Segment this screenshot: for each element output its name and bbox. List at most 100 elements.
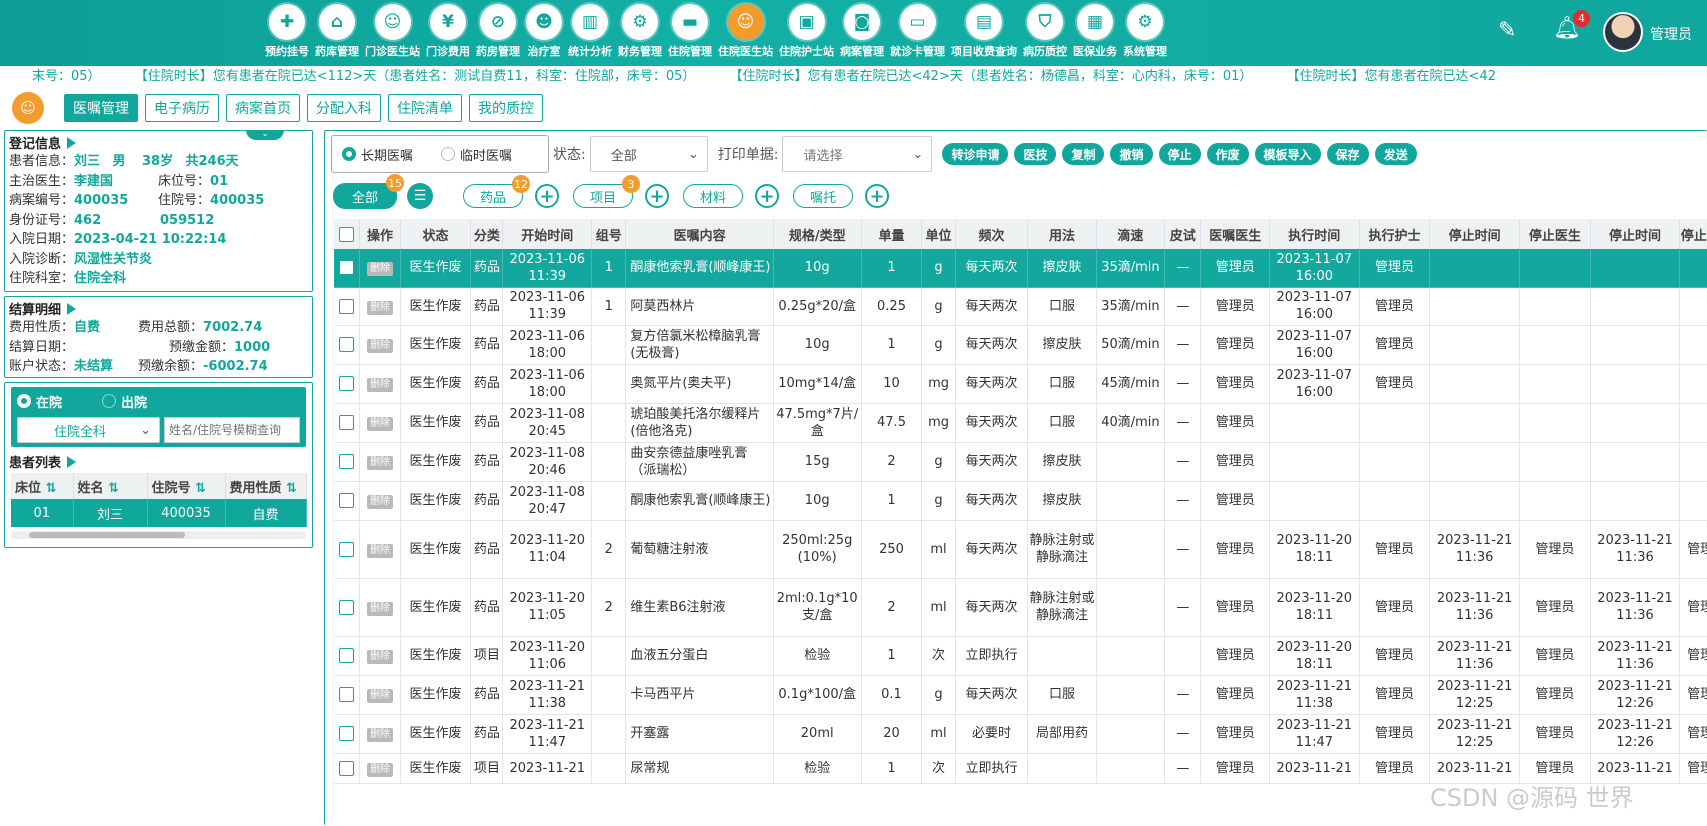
triangle-icon[interactable] <box>67 455 77 468</box>
filter-item[interactable]: 项目 3 <box>573 175 641 208</box>
select-all-checkbox[interactable] <box>339 226 355 242</box>
delete-button[interactable]: 删除 <box>366 762 393 777</box>
action-button[interactable]: 医技 <box>1014 143 1057 165</box>
edit-pencil-icon[interactable]: ✎ <box>1498 18 1516 43</box>
nav-item[interactable]: ▤ 项目收费查询 <box>948 4 1020 64</box>
action-button[interactable]: 撤销 <box>1110 143 1153 165</box>
nav-item[interactable]: ☺ 住院医生站 <box>715 4 776 64</box>
row-checkbox[interactable] <box>339 415 355 430</box>
nav-item[interactable]: ▣ 住院护士站 <box>776 4 837 64</box>
order-row[interactable]: 删除 医生作废 项目 2023-11-20 11:06 血液五分蛋白 检验 1 次立即执行 管理… <box>334 636 1707 676</box>
col-bed[interactable]: 床位 ⇅ <box>11 473 74 499</box>
row-checkbox[interactable] <box>339 260 355 276</box>
scrollbar-thumb[interactable] <box>29 532 185 538</box>
horizontal-scrollbar[interactable] <box>11 531 306 539</box>
row-checkbox[interactable] <box>339 298 355 314</box>
radio-in-hospital[interactable] <box>17 394 31 408</box>
col-admit-no[interactable]: 住院号 ⇅ <box>147 473 226 499</box>
nav-item[interactable]: ⊘ 药房管理 <box>473 4 523 64</box>
triangle-icon[interactable] <box>67 302 77 315</box>
delete-button[interactable]: 删除 <box>366 543 393 558</box>
tab-orders[interactable]: 医嘱管理 <box>64 94 138 122</box>
delete-button[interactable]: 删除 <box>366 689 393 703</box>
tab-my-quality[interactable]: 我的质控 <box>469 94 543 122</box>
action-button[interactable]: 转诊申请 <box>942 143 1009 165</box>
add-drug-icon[interactable]: + <box>535 184 560 208</box>
radio-discharged[interactable] <box>102 394 117 408</box>
radio-temporary[interactable] <box>441 147 456 161</box>
nav-item[interactable]: ⌂ 药库管理 <box>312 4 362 64</box>
order-row[interactable]: 删除 医生作废 药品 2023-11-20 11:04 2 葡萄糖注射液 250ml:25g… <box>334 520 1707 579</box>
nav-item[interactable]: ▬ 住院管理 <box>665 4 715 64</box>
tab-emr[interactable]: 电子病历 <box>145 94 219 122</box>
nav-item[interactable]: ▭ 就诊卡管理 <box>887 4 948 64</box>
order-row[interactable]: 删除 医生作废 药品 2023-11-08 20:46 曲安奈德益康唑乳膏（派瑞松） 15… <box>334 442 1707 482</box>
row-checkbox[interactable] <box>339 541 355 557</box>
triangle-icon[interactable] <box>67 136 77 149</box>
nav-item[interactable]: ▥ 统计分析 <box>565 4 615 64</box>
patient-row[interactable]: 01 刘三 400035 自费 <box>11 499 307 527</box>
list-menu-icon[interactable]: ☰ <box>407 183 434 209</box>
nav-item[interactable]: ☺ 门诊医生站 <box>362 4 423 64</box>
collapse-toggle[interactable]: ⌄ <box>246 130 284 140</box>
col-name[interactable]: 姓名 ⇅ <box>73 473 148 499</box>
delete-button[interactable]: 删除 <box>366 728 393 742</box>
row-checkbox[interactable] <box>339 599 355 615</box>
add-item-icon[interactable]: + <box>645 184 670 208</box>
row-checkbox[interactable] <box>339 726 355 741</box>
add-entrust-icon[interactable]: + <box>865 184 890 208</box>
order-row[interactable]: 删除 医生作废 药品 2023-11-21 11:47 开塞露 20ml 20 ml 必要时 局部… <box>334 714 1707 754</box>
order-row[interactable]: 删除 医生作废 药品 2023-11-06 11:39 1 阿莫西林片 0.25g*20/盒… <box>334 287 1707 326</box>
order-row[interactable]: 删除 医生作废 药品 2023-11-08 20:47 酮康他索乳膏(顺峰康王) 10g 1… <box>334 481 1707 521</box>
delete-button[interactable]: 删除 <box>366 339 393 353</box>
order-row[interactable]: 删除 医生作废 药品 2023-11-06 18:00 复方倍氯米松樟脑乳膏(无极膏) 1… <box>334 325 1707 365</box>
radio-long-term[interactable] <box>342 147 356 161</box>
status-select[interactable]: 全部 ⌄ <box>589 136 708 172</box>
sort-icon[interactable]: ⇅ <box>108 481 119 496</box>
filter-all[interactable]: 全部 15 <box>333 174 405 209</box>
nav-item[interactable]: ✚ 预约挂号 <box>262 4 312 64</box>
action-button[interactable]: 停止 <box>1158 143 1201 165</box>
order-row[interactable]: 删除 医生作废 药品 2023-11-20 11:05 2 维生素B6注射液 2ml:0.1… <box>334 578 1707 637</box>
action-button[interactable]: 模板导入 <box>1254 143 1321 165</box>
doctor-home-icon[interactable]: ☺ <box>12 92 44 124</box>
delete-button[interactable]: 删除 <box>366 262 393 277</box>
row-checkbox[interactable] <box>339 648 355 663</box>
nav-item[interactable]: ▦ 医保业务 <box>1070 4 1120 64</box>
nav-item[interactable]: ◙ 病案管理 <box>837 4 887 64</box>
patient-search-input[interactable] <box>164 417 300 443</box>
tab-case-home[interactable]: 病案首页 <box>226 94 300 122</box>
nav-item[interactable]: ⚙ 财务管理 <box>615 4 665 64</box>
row-checkbox[interactable] <box>339 687 355 702</box>
action-button[interactable]: 复制 <box>1062 143 1105 165</box>
delete-button[interactable]: 删除 <box>366 495 393 509</box>
delete-button[interactable]: 删除 <box>366 300 393 315</box>
action-button[interactable]: 作废 <box>1206 143 1249 165</box>
row-checkbox[interactable] <box>339 454 355 469</box>
row-checkbox[interactable] <box>339 376 355 391</box>
add-material-icon[interactable]: + <box>755 184 780 208</box>
action-button[interactable]: 保存 <box>1326 143 1369 165</box>
print-select[interactable]: 请选择 ⌄ <box>782 136 933 172</box>
delete-button[interactable]: 删除 <box>366 601 393 616</box>
dept-select[interactable]: 住院全科 ⌄ <box>17 417 160 443</box>
order-row[interactable]: 删除 医生作废 药品 2023-11-08 20:45 琥珀酸美托洛尔缓释片(倍他洛克)… <box>334 403 1707 443</box>
filter-entrust[interactable]: 嘱托 <box>793 184 854 208</box>
row-checkbox[interactable] <box>339 493 355 508</box>
order-row[interactable]: 删除 医生作废 药品 2023-11-06 18:00 奥氮平片(奥夫平) 10mg*14… <box>334 364 1707 404</box>
tab-assign-dept[interactable]: 分配入科 <box>307 94 381 122</box>
delete-button[interactable]: 删除 <box>366 650 393 664</box>
nav-item[interactable]: ⚙ 系统管理 <box>1120 4 1170 64</box>
order-row[interactable]: 删除 医生作废 药品 2023-11-21 11:38 卡马西平片 0.1g*100/盒 0… <box>334 675 1707 715</box>
sort-icon[interactable]: ⇅ <box>46 481 57 496</box>
col-fee-type[interactable]: 费用性质 ⇅ <box>225 473 307 499</box>
user-avatar[interactable] <box>1603 12 1643 52</box>
delete-button[interactable]: 删除 <box>366 456 393 470</box>
nav-item[interactable]: ☻ 治疗室 <box>523 4 565 64</box>
delete-button[interactable]: 删除 <box>366 378 393 392</box>
username[interactable]: 管理员 <box>1650 24 1692 44</box>
filter-drug[interactable]: 药品 12 <box>463 175 531 208</box>
sort-icon[interactable]: ⇅ <box>195 481 206 496</box>
order-row[interactable]: 删除 医生作废 药品 2023-11-06 11:39 1 酮康他索乳膏(顺峰康王) 10g… <box>334 249 1707 288</box>
nav-item[interactable]: ¥ 门诊费用 <box>423 4 473 64</box>
